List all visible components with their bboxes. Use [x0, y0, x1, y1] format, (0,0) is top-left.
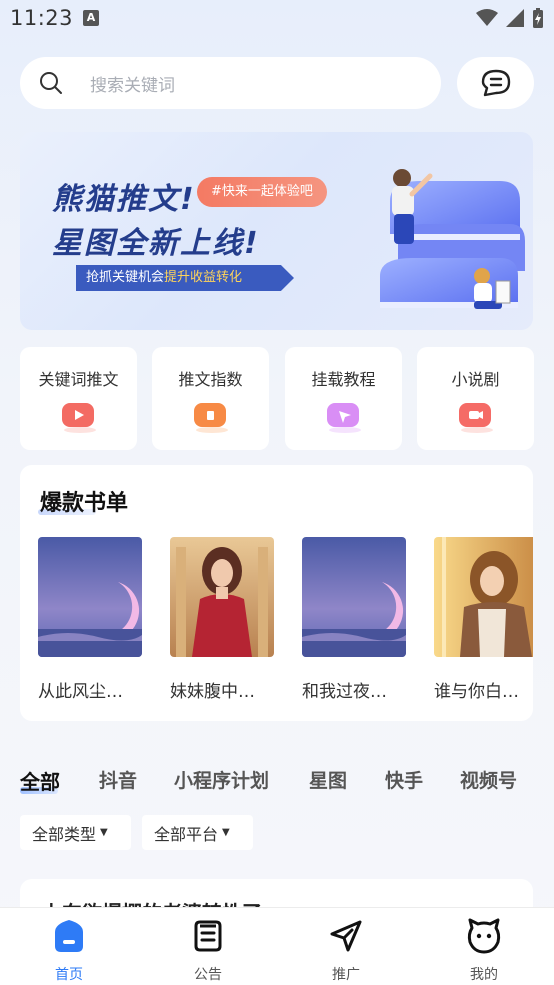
banner-tag: #快来一起体验吧	[197, 177, 327, 207]
books-illustration	[380, 169, 525, 309]
nav-announcement[interactable]: 公告	[168, 916, 248, 984]
search-input[interactable]: 搜索关键词	[20, 57, 441, 109]
keyword-video-icon	[62, 403, 96, 433]
message-button[interactable]	[457, 57, 534, 109]
wifi-icon	[476, 9, 498, 26]
book-cover	[170, 537, 274, 657]
hot-book-list: 爆款书单 从此风尘… 妹妹腹中… 和我过夜… 谁与你白…	[20, 465, 533, 721]
notification-icon: A	[83, 10, 99, 26]
nav-label: 推广	[332, 967, 360, 983]
drama-icon	[459, 403, 493, 433]
promo-banner[interactable]: 熊猫推文! 星图全新上线! #快来一起体验吧 抢抓关键机会提升收益转化	[20, 132, 533, 330]
tile-keyword-tweet[interactable]: 关键词推文	[20, 347, 137, 450]
status-bar: 11:23 A	[0, 0, 554, 38]
tab-douyin[interactable]: 抖音	[99, 766, 137, 793]
nav-label: 公告	[194, 967, 222, 983]
book-name: 从此风尘…	[38, 682, 123, 702]
book-cover	[302, 537, 406, 657]
tile-label: 关键词推文	[38, 370, 119, 389]
nav-label: 首页	[55, 967, 83, 983]
book-name: 和我过夜…	[302, 682, 387, 702]
filter-label: 全部类型	[32, 824, 97, 844]
tab-all[interactable]: 全部	[20, 766, 60, 795]
nav-label: 我的	[470, 967, 498, 983]
message-icon	[481, 69, 510, 97]
tile-mount-tutorial[interactable]: 挂载教程	[285, 347, 402, 450]
book-name: 妹妹腹中…	[170, 682, 255, 702]
banner-strip-prefix: 抢抓关键机会	[86, 270, 165, 285]
tutorial-icon	[327, 403, 361, 433]
search-icon	[38, 70, 64, 96]
banner-strip: 抢抓关键机会提升收益转化	[76, 265, 294, 291]
tile-label: 推文指数	[178, 370, 243, 389]
search-placeholder: 搜索关键词	[90, 75, 175, 96]
tab-kuaishou[interactable]: 快手	[385, 766, 423, 793]
tile-novel-drama[interactable]: 小说剧	[417, 347, 534, 450]
book-list-title: 爆款书单	[40, 490, 129, 516]
book-item[interactable]: 从此风尘…	[38, 537, 142, 702]
caret-down-icon: ▼	[100, 827, 108, 838]
nav-promote[interactable]: 推广	[306, 916, 386, 984]
nav-home[interactable]: 首页	[29, 916, 109, 984]
status-time: 11:23	[10, 6, 74, 30]
book-cover	[434, 537, 533, 657]
platform-filter-dropdown[interactable]: 全部平台 ▼	[142, 815, 253, 850]
promote-icon	[330, 920, 362, 952]
book-cover	[38, 537, 142, 657]
index-icon	[194, 403, 228, 433]
book-item[interactable]: 谁与你白…	[434, 537, 533, 702]
nav-profile[interactable]: 我的	[444, 916, 524, 984]
tile-tweet-index[interactable]: 推文指数	[152, 347, 269, 450]
announcement-icon	[194, 920, 222, 952]
bottom-nav: 首页 公告 推广 我的	[0, 907, 554, 985]
home-icon	[55, 920, 83, 952]
tab-xingtu[interactable]: 星图	[309, 766, 347, 793]
status-indicators	[476, 8, 544, 28]
book-item[interactable]: 和我过夜…	[302, 537, 406, 702]
caret-down-icon: ▼	[222, 827, 230, 838]
battery-icon	[533, 8, 543, 28]
book-item[interactable]: 妹妹腹中…	[170, 537, 274, 702]
type-filter-dropdown[interactable]: 全部类型 ▼	[20, 815, 131, 850]
filter-label: 全部平台	[154, 824, 219, 844]
signal-icon	[506, 9, 524, 27]
book-name: 谁与你白…	[434, 682, 519, 702]
banner-title-line1: 熊猫推文!	[52, 182, 196, 217]
tile-label: 小说剧	[451, 370, 500, 389]
banner-title-line2: 星图全新上线!	[52, 226, 260, 261]
tile-label: 挂载教程	[311, 370, 376, 389]
banner-strip-highlight: 提升收益转化	[164, 270, 243, 285]
tab-channels[interactable]: 视频号	[460, 766, 517, 793]
tab-mini-program[interactable]: 小程序计划	[174, 766, 269, 793]
profile-icon	[467, 918, 501, 954]
